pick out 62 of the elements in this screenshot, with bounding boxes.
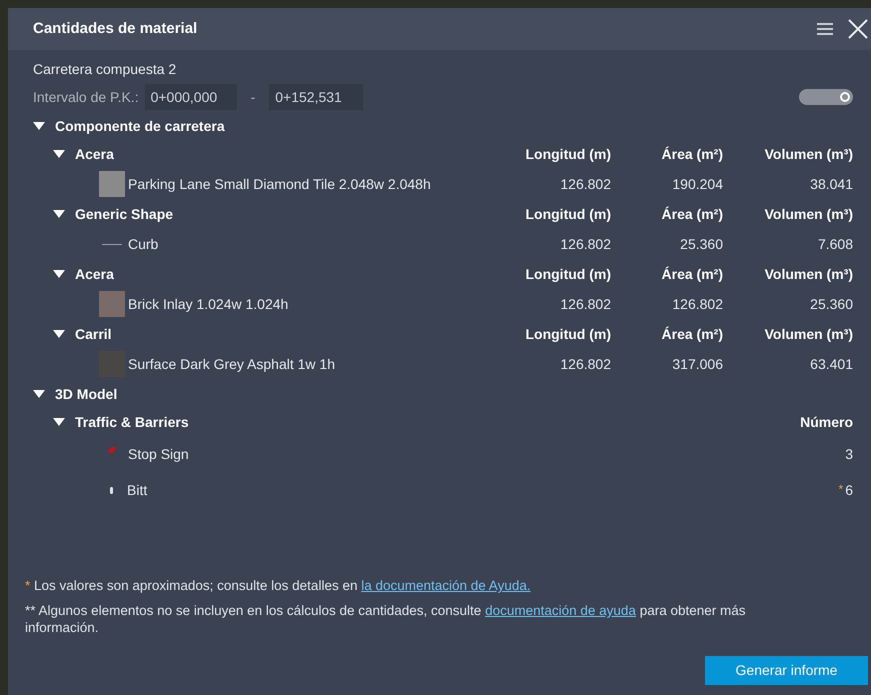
road-name: Carretera compuesta 2 — [33, 60, 178, 79]
group-header[interactable]: Carril — [33, 324, 499, 344]
group-header[interactable]: Acera — [33, 264, 499, 284]
column-header: Área (m²) — [660, 324, 723, 344]
value-cell-text: 25.360 — [809, 294, 853, 314]
value-cell-text: 126.802 — [559, 174, 611, 194]
value-cell-text: 126.802 — [559, 354, 611, 374]
value-cell-text: 7.608 — [816, 234, 853, 254]
footnote: ** Algunos elementos no se incluyen en los cálculos de cantidades, consulte documentación de ayuda para obtener más información. — [25, 602, 746, 636]
value-cell-text: 126.802 — [559, 234, 611, 254]
station-start-field[interactable]: 0+000,000 — [144, 84, 237, 110]
value-cell-text: 126.802 — [559, 294, 611, 314]
item-name: Brick Inlay 1.024w 1.024h — [128, 294, 288, 314]
group-header[interactable]: Generic Shape — [33, 204, 499, 224]
toggle-switch[interactable] — [799, 89, 853, 105]
section-header[interactable]: 3D Model — [33, 380, 853, 408]
close-icon[interactable] — [847, 18, 869, 40]
expanded-triangle-icon[interactable] — [53, 149, 65, 159]
expanded-triangle-icon[interactable] — [53, 209, 65, 219]
column-header: Volumen (m³) — [764, 264, 853, 284]
item-name: Stop Sign — [128, 444, 189, 464]
column-header: Longitud (m) — [524, 204, 611, 224]
expanded-triangle-icon[interactable] — [53, 417, 65, 427]
value-cell-text: 3 — [844, 444, 853, 464]
column-header: Área (m²) — [660, 204, 723, 224]
section-header[interactable]: Componente de carretera — [33, 112, 853, 140]
column-header: Longitud (m) — [524, 324, 611, 344]
value-cell-text: *6 — [838, 480, 853, 500]
value-cell-text: 317.006 — [671, 354, 723, 374]
expanded-triangle-icon[interactable] — [33, 121, 45, 131]
station-range-label: Intervalo de P.K.: — [33, 88, 139, 106]
column-header: Número — [799, 412, 853, 432]
expanded-triangle-icon[interactable] — [53, 329, 65, 339]
column-header: Volumen (m³) — [764, 204, 853, 224]
expanded-triangle-icon[interactable] — [33, 389, 45, 399]
sign-icon — [107, 446, 117, 456]
item-name: Surface Dark Grey Asphalt 1w 1h — [128, 354, 335, 374]
expanded-triangle-icon[interactable] — [53, 269, 65, 279]
value-cell-text: 126.802 — [671, 294, 723, 314]
range-separator: - — [250, 88, 256, 106]
footnote: * Los valores son aproximados; consulte los detalles en la documentación de Ayuda. — [25, 577, 532, 594]
item-name: Bitt — [127, 480, 148, 500]
post-icon — [110, 486, 113, 494]
column-header: Área (m²) — [660, 264, 723, 284]
help-link[interactable]: documentación de ayuda — [485, 603, 636, 618]
value-cell-text: 38.041 — [809, 174, 853, 194]
item-name: Curb — [128, 234, 158, 254]
value-cell-text: 25.360 — [679, 234, 723, 254]
group-header[interactable]: Acera — [33, 144, 499, 164]
column-header: Volumen (m³) — [764, 324, 853, 344]
window-title: Cantidades de material — [33, 18, 198, 39]
value-cell-text: 190.204 — [671, 174, 723, 194]
group-header[interactable]: Traffic & Barriers — [33, 412, 723, 432]
column-header: Longitud (m) — [524, 144, 611, 164]
column-header: Volumen (m³) — [764, 144, 853, 164]
station-end-field[interactable]: 0+152,531 — [269, 84, 364, 110]
column-header: Área (m²) — [660, 144, 723, 164]
column-header: Longitud (m) — [524, 264, 611, 284]
value-cell-text: 63.401 — [809, 354, 853, 374]
item-name: Parking Lane Small Diamond Tile 2.048w 2.048h — [128, 174, 431, 194]
help-link[interactable]: la documentación de Ayuda. — [361, 578, 531, 593]
menu-icon[interactable] — [817, 22, 833, 36]
